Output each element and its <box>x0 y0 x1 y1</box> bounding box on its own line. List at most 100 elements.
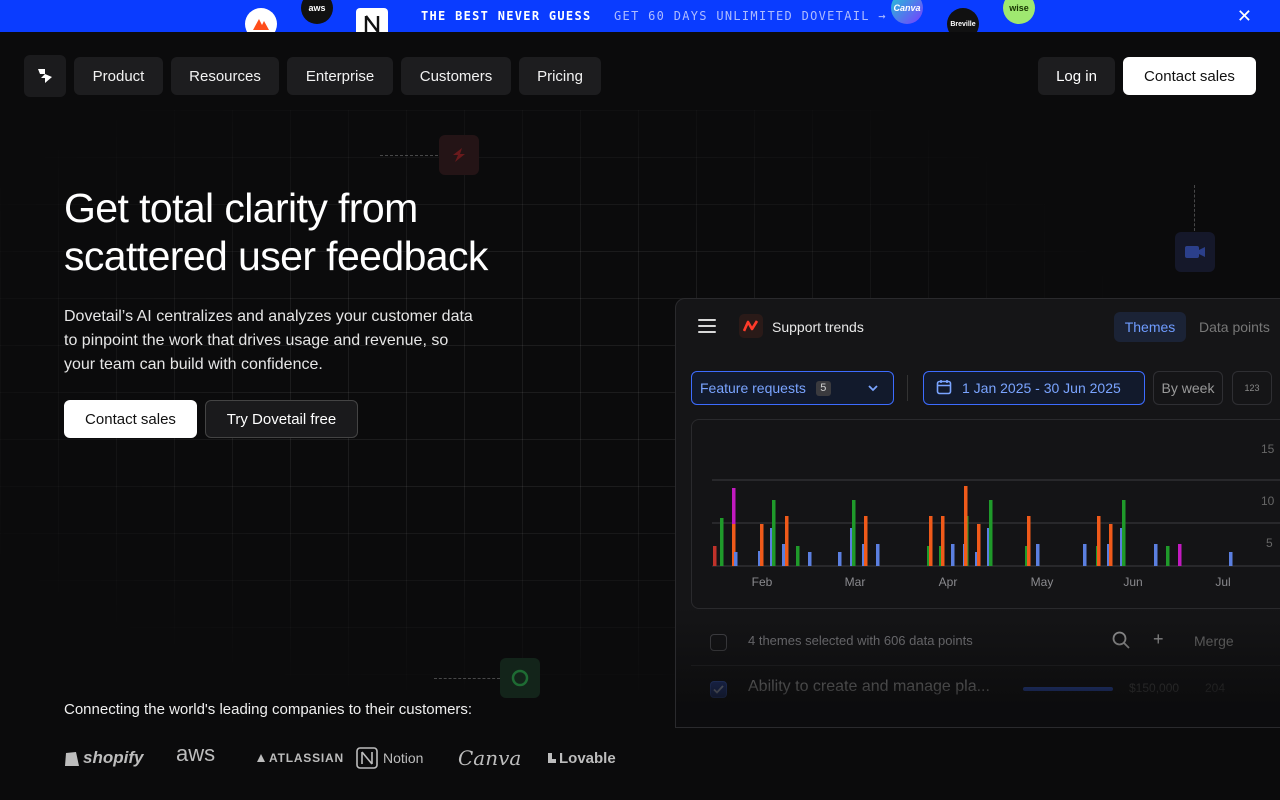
trend-chart: Feb Mar Apr May Jun Jul <box>691 419 1280 609</box>
date-range-value: 1 Jan 2025 - 30 Jun 2025 <box>962 380 1121 396</box>
tab-data-points[interactable]: Data points <box>1199 319 1270 335</box>
panel-title: Support trends <box>772 319 864 335</box>
chevron-down-icon <box>867 381 879 397</box>
x-tick-label: May <box>1031 575 1054 589</box>
chart-bar <box>785 516 789 566</box>
try-free-button[interactable]: Try Dovetail free <box>205 400 358 438</box>
notion-logo: Notion <box>356 742 423 774</box>
theme-count: 204 <box>1205 681 1226 695</box>
canva-logo: Canva <box>458 746 522 770</box>
headset-tile-icon <box>500 658 540 698</box>
banner-logo-breville: Breville <box>947 8 979 32</box>
nav-product[interactable]: Product <box>74 57 163 95</box>
chart-bar <box>1027 516 1031 566</box>
chart-bar <box>876 544 880 566</box>
nav-contact-sales-button[interactable]: Contact sales <box>1123 57 1256 95</box>
chart-bar <box>941 516 945 566</box>
theme-progress-bar <box>1023 687 1113 691</box>
row-divider <box>691 665 1280 666</box>
chart-bar <box>964 486 968 566</box>
lovable-logo: Lovable <box>547 742 616 774</box>
banner-cta[interactable]: GET 60 DAYS UNLIMITED DOVETAIL → <box>614 9 887 23</box>
selection-toolbar: 4 themes selected with 606 data points +… <box>691 629 1280 659</box>
hero-title-line2: scattered user feedback <box>64 233 488 279</box>
feature-requests-filter[interactable]: Feature requests 5 <box>691 371 894 405</box>
theme-title: Ability to create and manage pla... <box>748 678 990 695</box>
chart-bar <box>1036 544 1040 566</box>
brand-tile-icon <box>439 135 479 175</box>
theme-row[interactable]: Ability to create and manage pla... $150… <box>691 675 1280 705</box>
hero-contact-sales-button[interactable]: Contact sales <box>64 400 197 438</box>
connector-line <box>434 678 500 679</box>
x-tick-label: Mar <box>845 575 866 589</box>
dovetail-logo-icon[interactable] <box>24 55 66 97</box>
row-checkbox[interactable] <box>710 681 727 698</box>
chart-bar <box>1122 500 1126 566</box>
product-preview-panel: Support trends Themes Data points Featur… <box>675 298 1280 728</box>
x-tick-label: Apr <box>939 575 958 589</box>
chart-bar <box>772 500 776 566</box>
filter-label: Feature requests <box>700 380 806 396</box>
calendar-icon <box>936 379 952 398</box>
tab-themes[interactable]: Themes <box>1114 312 1186 342</box>
banner-headline: THE BEST NEVER GUESS <box>421 9 592 23</box>
banner-logo-lovable <box>245 8 277 32</box>
selection-summary: 4 themes selected with 606 data points <box>748 633 973 648</box>
banner-logo-canva: Canva <box>891 0 923 24</box>
close-icon[interactable]: ✕ <box>1237 6 1252 26</box>
connector-line <box>380 155 438 156</box>
video-tile-icon <box>1175 232 1215 272</box>
shopify-logo: shopify <box>64 742 143 774</box>
chart-bar <box>782 544 786 566</box>
chart-bar <box>852 500 856 566</box>
number-format-toggle[interactable]: 123 <box>1232 371 1272 405</box>
select-all-checkbox[interactable] <box>710 634 727 651</box>
filter-count-badge: 5 <box>815 380 831 396</box>
banner-logo-notion <box>356 8 388 32</box>
banner-logo-wise: wise <box>1003 0 1035 24</box>
nav-enterprise[interactable]: Enterprise <box>287 57 393 95</box>
x-tick-label: Feb <box>752 575 773 589</box>
trend-app-icon <box>739 314 763 338</box>
chart-bar <box>734 552 738 566</box>
aws-logo: aws <box>176 741 216 766</box>
bar-chart: Feb Mar Apr May Jun Jul <box>712 479 1280 589</box>
chart-bar <box>1166 546 1170 566</box>
grouping-select[interactable]: By week <box>1153 371 1223 405</box>
chart-bar <box>989 500 993 566</box>
chart-bar <box>760 524 764 566</box>
x-tick-label: Jul <box>1215 575 1230 589</box>
chart-bar <box>720 518 724 566</box>
chart-bar <box>929 516 933 566</box>
chart-bar <box>796 546 800 566</box>
chart-bar <box>808 552 812 566</box>
x-tick-label: Jun <box>1123 575 1142 589</box>
logos-caption: Connecting the world's leading companies… <box>64 701 473 718</box>
chart-bar <box>951 544 955 566</box>
atlassian-logo: ATLASSIAN <box>256 742 344 774</box>
search-icon[interactable] <box>1112 631 1130 654</box>
promo-banner[interactable]: aws THE BEST NEVER GUESS GET 60 DAYS UNL… <box>0 0 1280 32</box>
nav-customers[interactable]: Customers <box>401 57 511 95</box>
chart-bar <box>1083 544 1087 566</box>
hamburger-menu-icon[interactable] <box>698 319 716 337</box>
chart-bar <box>1154 544 1158 566</box>
chart-bar <box>838 552 842 566</box>
hero-title: Get total clarity from scattered user fe… <box>64 184 584 280</box>
login-button[interactable]: Log in <box>1038 57 1115 95</box>
axis-tick: 5 <box>1266 536 1273 550</box>
banner-message[interactable]: THE BEST NEVER GUESS GET 60 DAYS UNLIMIT… <box>421 9 887 23</box>
date-range-picker[interactable]: 1 Jan 2025 - 30 Jun 2025 <box>923 371 1145 405</box>
merge-button[interactable]: Merge <box>1194 633 1234 649</box>
chart-bar <box>713 546 717 566</box>
chart-bar <box>1097 516 1101 566</box>
hero-title-line1: Get total clarity from <box>64 185 418 231</box>
add-icon[interactable]: + <box>1153 629 1164 650</box>
chart-bar <box>864 516 868 566</box>
hero-description: Dovetail’s AI centralizes and analyzes y… <box>64 308 473 373</box>
nav-resources[interactable]: Resources <box>171 57 279 95</box>
chart-bar <box>977 524 981 566</box>
theme-value: $150,000 <box>1129 681 1180 695</box>
chart-bar <box>1178 544 1182 566</box>
nav-pricing[interactable]: Pricing <box>519 57 601 95</box>
